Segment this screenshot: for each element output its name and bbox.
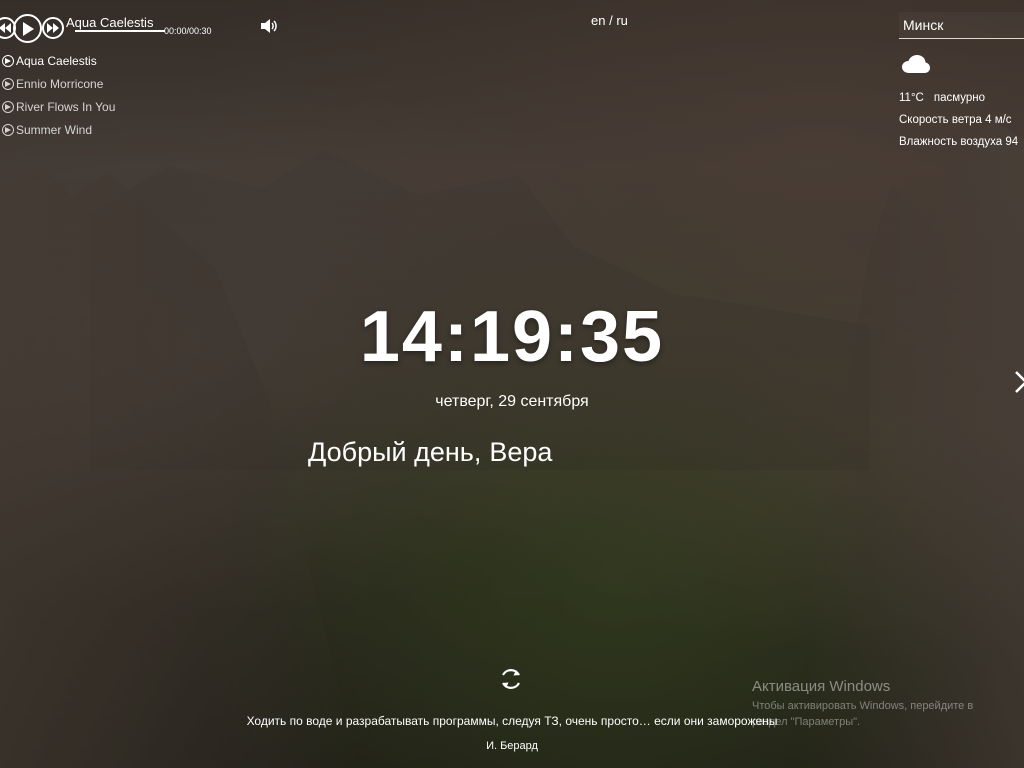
greeting: Добрый день, Вера <box>308 437 569 468</box>
lang-separator: / <box>609 13 613 28</box>
rock-cliff-left <box>0 160 360 768</box>
windows-activation-text: Чтобы активировать Windows, перейдите в … <box>752 698 973 730</box>
background-image <box>0 0 1024 768</box>
prev-icon <box>0 23 11 33</box>
playlist-item[interactable]: Summer Wind <box>2 118 115 141</box>
quote-author: И. Берард <box>486 740 538 752</box>
playlist-item-title: Ennio Morricone <box>16 76 104 91</box>
playlist: Aqua Caelestis Ennio Morricone River Flo… <box>2 49 115 141</box>
play-icon <box>2 123 14 136</box>
windows-activation-title: Активация Windows <box>752 678 891 695</box>
playlist-item[interactable]: River Flows In You <box>2 95 115 118</box>
chevron-right-icon[interactable] <box>1013 370 1024 394</box>
date: четверг, 29 сентября <box>435 393 589 410</box>
lang-ru-button[interactable]: ru <box>616 13 628 28</box>
playlist-item[interactable]: Aqua Caelestis <box>2 49 115 72</box>
volume-icon[interactable] <box>261 19 277 33</box>
track-time: 00:00/00:30 <box>164 26 212 36</box>
language-switcher: en / ru <box>591 13 628 28</box>
play-button[interactable] <box>13 14 42 43</box>
lang-en-button[interactable]: en <box>591 13 605 28</box>
windows-activation-line: раздел "Параметры". <box>752 716 861 728</box>
refresh-quote-icon[interactable] <box>498 666 524 692</box>
now-playing-title: Aqua Caelestis <box>66 15 154 30</box>
play-icon <box>2 100 14 113</box>
city-input[interactable]: Минск <box>899 12 1024 39</box>
progress-bar[interactable] <box>75 30 165 32</box>
playlist-item[interactable]: Ennio Morricone <box>2 72 115 95</box>
next-icon <box>47 23 59 33</box>
weather-summary: 11°C пасмурно <box>899 92 985 104</box>
next-track-button[interactable] <box>42 17 64 39</box>
windows-activation-line: Чтобы активировать Windows, перейдите в <box>752 700 974 712</box>
clock: 14:19:35 <box>359 297 665 377</box>
wind-speed: Скорость ветра 4 м/с <box>899 114 1012 126</box>
humidity: Влажность воздуха 94 <box>899 136 1019 148</box>
rock-cliff-right <box>804 120 1024 768</box>
play-icon <box>2 77 14 90</box>
name-input[interactable]: Вера <box>489 437 569 468</box>
play-icon <box>22 21 34 36</box>
playlist-item-title: Aqua Caelestis <box>16 53 97 68</box>
cloud-icon <box>902 55 930 73</box>
play-icon <box>2 54 14 67</box>
playlist-item-title: Summer Wind <box>16 122 93 137</box>
weather-description: пасмурно <box>933 92 986 104</box>
temperature: 11°C <box>899 92 924 104</box>
greeting-text: Добрый день, <box>308 437 482 467</box>
playlist-item-title: River Flows In You <box>16 99 116 114</box>
